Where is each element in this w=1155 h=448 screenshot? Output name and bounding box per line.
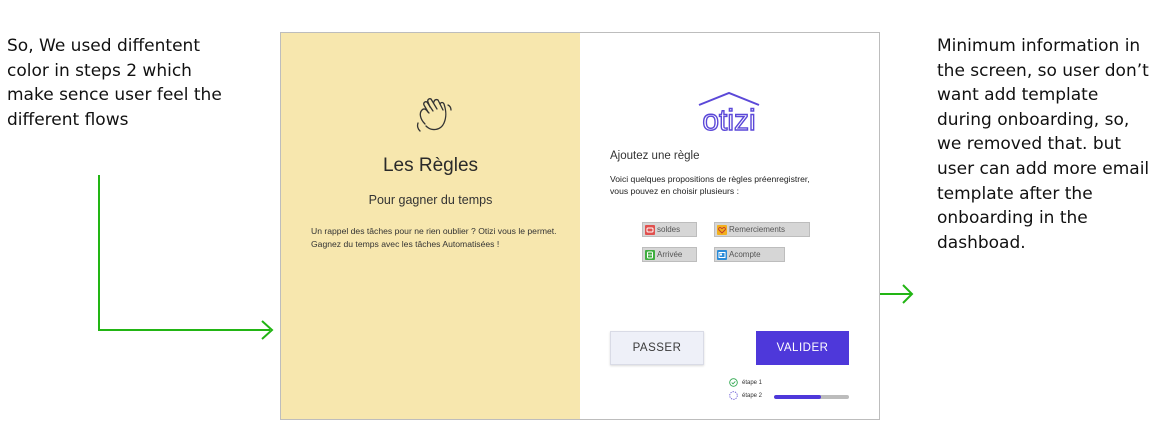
dashed-circle-icon [729,391,738,400]
skip-button[interactable]: PASSER [610,331,704,365]
heart-icon [717,224,727,235]
onboarding-mockup: Les Règles Pour gagner du temps Un rappe… [280,32,880,420]
rule-chip-label: Acompte [729,250,761,259]
deposit-icon [717,249,727,260]
step-label: étape 1 [742,379,763,386]
rules-description: Un rappel des tâches pour ne rien oublie… [311,226,557,249]
svg-text:otizi: otizi [702,104,755,135]
add-rule-description: Voici quelques propositions de règles pr… [610,174,810,196]
rule-chip-soldes[interactable]: soldes [642,222,697,237]
rule-chip-label: Arrivée [657,250,683,259]
step-label: étape 2 [742,392,763,399]
rule-chip-remerciements[interactable]: Remerciements [714,222,810,237]
rules-subtitle: Pour gagner du temps [368,193,493,207]
check-circle-icon [729,378,738,387]
rule-chip-label: Remerciements [729,225,786,234]
add-rule-panel: otizi Ajoutez une règle Voici quelques p… [580,33,879,419]
rules-title: Les Règles [382,155,479,176]
progress-fill [774,395,821,399]
add-rule-heading: Ajoutez une règle [610,150,700,162]
sale-tag-icon [645,224,655,235]
left-annotation-arrow [98,175,274,340]
otizi-logo: otizi [698,91,760,135]
arrival-icon [645,249,655,260]
waving-hand-icon [416,98,452,132]
step-1-indicator: étape 1 [729,378,762,387]
step-2-indicator: étape 2 [729,391,762,400]
rules-info-panel: Les Règles Pour gagner du temps Un rappe… [281,33,580,419]
rule-chip-label: soldes [657,225,681,234]
rule-chip-arrivee[interactable]: Arrivée [642,247,697,262]
validate-button[interactable]: VALIDER [756,331,849,365]
rule-chip-acompte[interactable]: Acompte [714,247,785,262]
onboarding-progress-bar [774,395,849,399]
